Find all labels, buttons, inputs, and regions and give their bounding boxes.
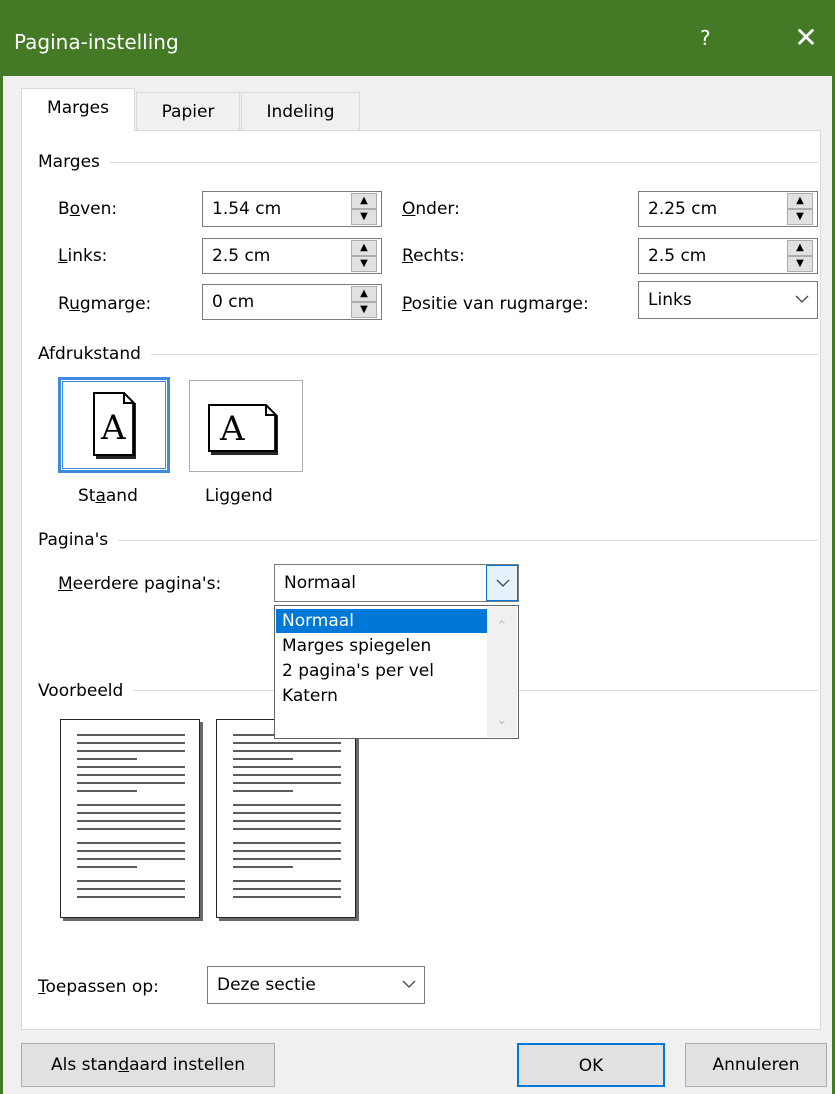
landscape-button[interactable]: A — [189, 380, 303, 472]
left-margin-spinner[interactable]: ▲ ▼ — [345, 239, 381, 273]
dropdown-option[interactable]: Katern — [276, 684, 488, 708]
preview-group-title: Voorbeeld — [38, 679, 134, 703]
bottom-margin-value: 2.25 cm — [648, 199, 718, 219]
dropdown-scrollbar[interactable]: ⌃ ⌄ — [487, 607, 517, 737]
top-margin-spinner[interactable]: ▲ ▼ — [345, 192, 381, 226]
gutter-position-label: Positie van rugmarge: — [402, 294, 589, 314]
bottom-margin-field[interactable]: 2.25 cm ▲ ▼ — [638, 191, 818, 227]
group-divider — [40, 162, 818, 163]
right-margin-spinner[interactable]: ▲ ▼ — [781, 239, 817, 273]
multiple-pages-dropdown-list: Normaal Marges spiegelen 2 pagina's per … — [274, 605, 519, 739]
right-margin-value: 2.5 cm — [648, 246, 707, 266]
tab-label: Indeling — [266, 102, 335, 122]
dropdown-option[interactable]: Normaal — [276, 609, 488, 633]
triangle-up-icon[interactable]: ▲ — [787, 240, 813, 256]
chevron-down-icon[interactable] — [392, 967, 424, 1003]
group-divider — [40, 540, 818, 541]
chevron-down-icon[interactable] — [785, 282, 817, 318]
apply-to-label: Toepassen op: — [38, 977, 159, 997]
left-margin-field[interactable]: 2.5 cm ▲ ▼ — [202, 238, 382, 274]
set-as-default-button[interactable]: Als standaard instellen — [21, 1043, 275, 1087]
landscape-page-icon — [208, 404, 278, 455]
triangle-down-icon[interactable]: ▼ — [351, 256, 377, 272]
preview-page-right — [216, 719, 356, 918]
gutter-label: Rugmarge: — [58, 294, 152, 314]
multiple-pages-label: Meerdere pagina's: — [58, 574, 222, 594]
window-frame-left — [0, 76, 3, 1094]
tab-label: Papier — [161, 102, 215, 122]
ok-button[interactable]: OK — [517, 1043, 665, 1087]
margins-group-title: Marges — [38, 150, 110, 174]
top-margin-label: Boven: — [58, 199, 118, 219]
chevron-up-icon[interactable]: ⌃ — [487, 615, 517, 639]
tab-papier[interactable]: Papier — [136, 92, 240, 130]
triangle-down-icon[interactable]: ▼ — [787, 209, 813, 225]
multiple-pages-value: Normaal — [284, 573, 356, 593]
gutter-spinner[interactable]: ▲ ▼ — [345, 285, 381, 319]
triangle-down-icon[interactable]: ▼ — [787, 256, 813, 272]
right-margin-field[interactable]: 2.5 cm ▲ ▼ — [638, 238, 818, 274]
triangle-up-icon[interactable]: ▲ — [351, 240, 377, 256]
triangle-up-icon[interactable]: ▲ — [351, 286, 377, 302]
left-margin-label: Links: — [58, 246, 108, 266]
triangle-down-icon[interactable]: ▼ — [351, 209, 377, 225]
title-bar: Pagina-instelling ? ✕ — [0, 0, 835, 76]
orientation-group-title: Afdrukstand — [38, 342, 151, 366]
top-margin-field[interactable]: 1.54 cm ▲ ▼ — [202, 191, 382, 227]
cancel-button[interactable]: Annuleren — [685, 1043, 827, 1087]
gutter-value: 0 cm — [212, 292, 255, 312]
apply-to-value: Deze sectie — [217, 975, 316, 995]
tab-marges[interactable]: Marges — [21, 88, 135, 131]
portrait-button[interactable]: A — [58, 377, 170, 473]
preview-page-left — [60, 719, 200, 918]
landscape-label: Liggend — [205, 486, 273, 506]
close-icon: ✕ — [794, 21, 818, 54]
tab-label: Marges — [47, 98, 109, 118]
triangle-up-icon[interactable]: ▲ — [351, 193, 377, 209]
landscape-page-letter: A — [220, 409, 245, 449]
tab-indeling[interactable]: Indeling — [241, 92, 360, 130]
left-margin-value: 2.5 cm — [212, 246, 271, 266]
gutter-position-select[interactable]: Links — [638, 281, 818, 319]
apply-to-select[interactable]: Deze sectie — [207, 966, 425, 1004]
multiple-pages-select[interactable]: Normaal — [274, 564, 519, 602]
group-divider — [40, 354, 818, 355]
top-margin-value: 1.54 cm — [212, 199, 282, 219]
dropdown-option[interactable]: Marges spiegelen — [276, 634, 488, 658]
gutter-field[interactable]: 0 cm ▲ ▼ — [202, 284, 382, 320]
chevron-down-icon[interactable]: ⌄ — [487, 709, 517, 733]
portrait-page-letter: A — [101, 408, 126, 448]
bottom-margin-label: Onder: — [402, 199, 460, 219]
gutter-position-value: Links — [648, 290, 692, 310]
pages-group-title: Pagina's — [38, 528, 119, 552]
dropdown-option[interactable]: 2 pagina's per vel — [276, 659, 488, 683]
triangle-up-icon[interactable]: ▲ — [787, 193, 813, 209]
chevron-down-icon[interactable] — [486, 565, 518, 601]
portrait-label: Staand — [78, 486, 138, 506]
window-title: Pagina-instelling — [14, 30, 179, 54]
help-button[interactable]: ? — [700, 26, 711, 50]
triangle-down-icon[interactable]: ▼ — [351, 302, 377, 318]
right-margin-label: Rechts: — [402, 246, 465, 266]
bottom-margin-spinner[interactable]: ▲ ▼ — [781, 192, 817, 226]
close-button[interactable]: ✕ — [786, 18, 826, 58]
